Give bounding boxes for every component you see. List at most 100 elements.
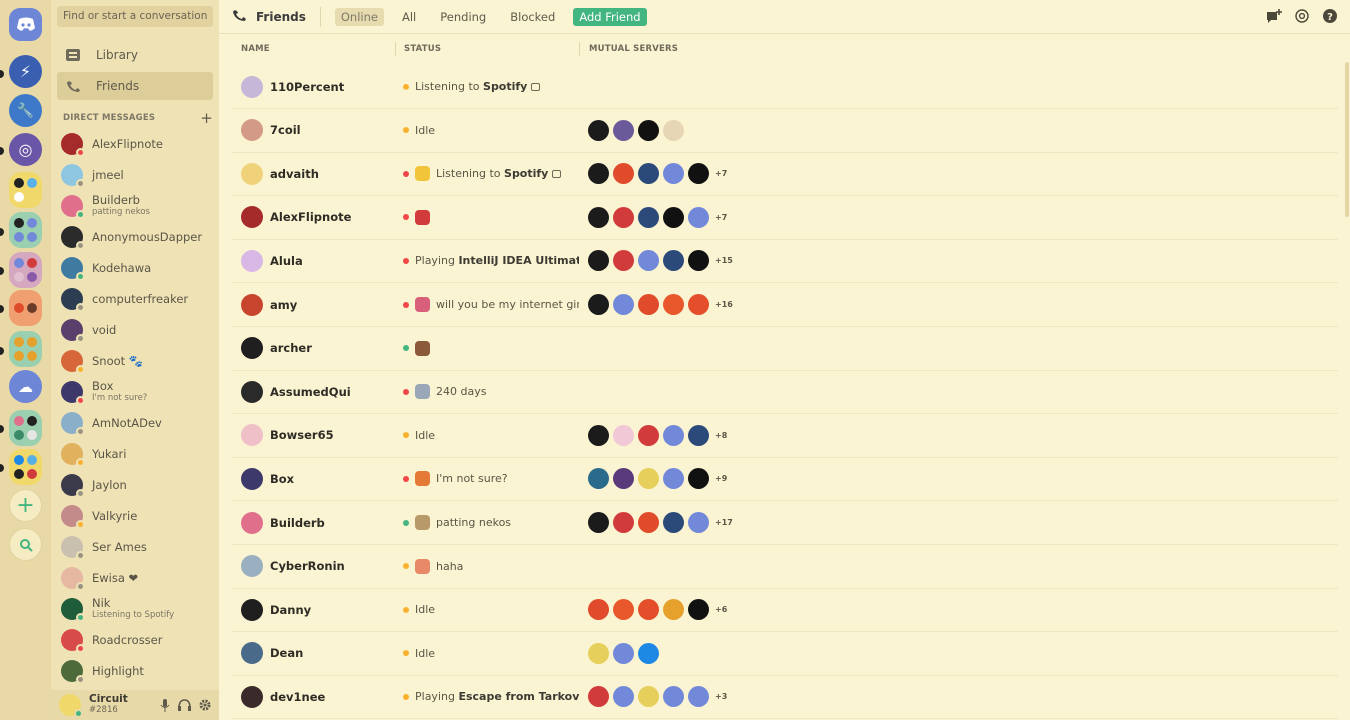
nav-friends[interactable]: Friends	[57, 72, 213, 100]
table-row[interactable]: Box I'm not sure? +9	[231, 457, 1338, 502]
table-row[interactable]: archer	[231, 327, 1338, 371]
server-icon[interactable]	[688, 468, 709, 490]
avatar[interactable]	[59, 694, 83, 718]
table-row[interactable]: AlexFlipnote +7	[231, 196, 1338, 240]
server-icon[interactable]	[638, 119, 659, 141]
server-icon[interactable]	[638, 686, 659, 708]
server-icon[interactable]	[663, 250, 684, 272]
server-icon[interactable]	[613, 163, 634, 185]
server-folder-7[interactable]	[9, 449, 42, 485]
discord-home-button[interactable]	[9, 8, 42, 41]
gear-icon[interactable]	[199, 699, 211, 715]
server-icon[interactable]	[613, 424, 634, 446]
tab-blocked[interactable]: Blocked	[504, 8, 561, 26]
server-icon[interactable]	[663, 686, 684, 708]
table-row[interactable]: Dean Idle	[231, 632, 1338, 676]
server-icon[interactable]	[588, 294, 609, 315]
table-row[interactable]: Alula Playing IntelliJ IDEA Ultimate +15	[231, 239, 1338, 284]
dm-item[interactable]: Nik Listening to Spotify	[61, 594, 217, 624]
dm-item[interactable]: computerfreaker	[61, 284, 217, 314]
server-icon[interactable]	[638, 206, 659, 228]
table-row[interactable]: Bowser65 Idle +8	[231, 414, 1338, 458]
server-icon[interactable]	[613, 119, 634, 141]
mention-icon[interactable]	[1294, 8, 1310, 24]
microphone-icon[interactable]	[160, 699, 170, 715]
dm-item[interactable]: Box I'm not sure?	[61, 377, 217, 407]
add-friend-button[interactable]: Add Friend	[573, 7, 647, 26]
server-icon[interactable]	[638, 424, 659, 446]
dm-item[interactable]: Valkyrie	[61, 501, 217, 531]
server-icon[interactable]	[588, 163, 609, 185]
server-icon-1[interactable]: ⚡	[9, 55, 42, 88]
server-icon[interactable]	[663, 424, 684, 446]
dm-item[interactable]: Kodehawa	[61, 253, 217, 283]
dm-item[interactable]: Ser Ames	[61, 532, 217, 562]
server-icon[interactable]	[588, 119, 609, 141]
dm-item[interactable]: AlexFlipnote	[61, 129, 217, 159]
server-icon[interactable]	[613, 250, 634, 272]
server-icon[interactable]	[638, 294, 659, 315]
server-icon[interactable]	[588, 250, 609, 272]
server-icon[interactable]	[638, 163, 659, 185]
server-icon[interactable]	[663, 599, 684, 621]
table-row[interactable]: 7coil Idle	[231, 109, 1338, 153]
server-icon-3[interactable]: ◎	[9, 133, 42, 166]
server-icon-4[interactable]: ☁	[9, 370, 42, 403]
search-input[interactable]: Find or start a conversation	[57, 6, 213, 27]
dm-item[interactable]: Roadcrosser	[61, 625, 217, 655]
dm-item[interactable]: Yukari	[61, 439, 217, 469]
server-icon[interactable]	[588, 599, 609, 621]
server-icon[interactable]	[663, 163, 684, 185]
dm-item[interactable]: Highlight	[61, 656, 217, 686]
server-icon-2[interactable]: 🔧	[9, 94, 42, 127]
table-row[interactable]: 110Percent Listening to Spotify	[231, 65, 1338, 109]
server-icon[interactable]	[688, 686, 709, 708]
server-icon[interactable]	[588, 642, 609, 664]
create-dm-icon[interactable]: +	[200, 111, 213, 126]
table-row[interactable]: dev1nee Playing Escape from Tarkov +3	[231, 675, 1338, 720]
help-icon[interactable]: ?	[1322, 8, 1338, 24]
server-icon[interactable]	[613, 206, 634, 228]
new-group-dm-icon[interactable]	[1266, 8, 1282, 24]
server-icon[interactable]	[663, 294, 684, 315]
server-icon[interactable]	[588, 468, 609, 490]
column-header-name[interactable]: NAME	[241, 44, 270, 54]
server-icon[interactable]	[613, 294, 634, 315]
server-icon[interactable]	[688, 163, 709, 185]
server-folder-4[interactable]	[9, 290, 42, 326]
nav-library[interactable]: Library	[57, 41, 213, 69]
server-icon[interactable]	[663, 512, 684, 533]
dm-item[interactable]: AmNotADev	[61, 408, 217, 438]
server-icon[interactable]	[638, 599, 659, 621]
server-icon[interactable]	[663, 206, 684, 228]
dm-item[interactable]: Snoot 🐾	[61, 346, 217, 376]
dm-item[interactable]: Jaylon	[61, 470, 217, 500]
server-icon[interactable]	[663, 468, 684, 490]
add-server-button[interactable]: +	[9, 489, 42, 522]
server-icon[interactable]	[613, 686, 634, 708]
column-header-status[interactable]: STATUS	[404, 44, 441, 54]
dm-item[interactable]: Ewisa ❤	[61, 563, 217, 593]
server-icon[interactable]	[688, 512, 709, 533]
table-row[interactable]: advaith Listening to Spotify +7	[231, 152, 1338, 197]
table-row[interactable]: Danny Idle +6	[231, 588, 1338, 633]
dm-item[interactable]: AnonymousDapper	[61, 222, 217, 252]
server-icon[interactable]	[588, 512, 609, 533]
dm-item[interactable]: void	[61, 315, 217, 345]
server-icon[interactable]	[588, 206, 609, 228]
server-icon[interactable]	[613, 599, 634, 621]
table-row[interactable]: amy will you be my internet girlfr... +16	[231, 283, 1338, 327]
dm-item[interactable]: jmeel	[61, 160, 217, 190]
table-row[interactable]: AssumedQui 240 days	[231, 370, 1338, 415]
dm-item[interactable]: Builderb patting nekos	[61, 191, 217, 221]
server-icon[interactable]	[663, 119, 684, 141]
server-icon[interactable]	[613, 468, 634, 490]
column-header-mutual[interactable]: MUTUAL SERVERS	[589, 44, 678, 54]
tab-online[interactable]: Online	[334, 7, 384, 26]
table-row[interactable]: CyberRonin haha	[231, 545, 1338, 589]
server-folder-5[interactable]	[9, 331, 42, 367]
scrollbar[interactable]	[1345, 62, 1349, 217]
server-folder-1[interactable]	[9, 172, 42, 208]
server-icon[interactable]	[638, 468, 659, 490]
explore-servers-button[interactable]	[9, 528, 42, 561]
